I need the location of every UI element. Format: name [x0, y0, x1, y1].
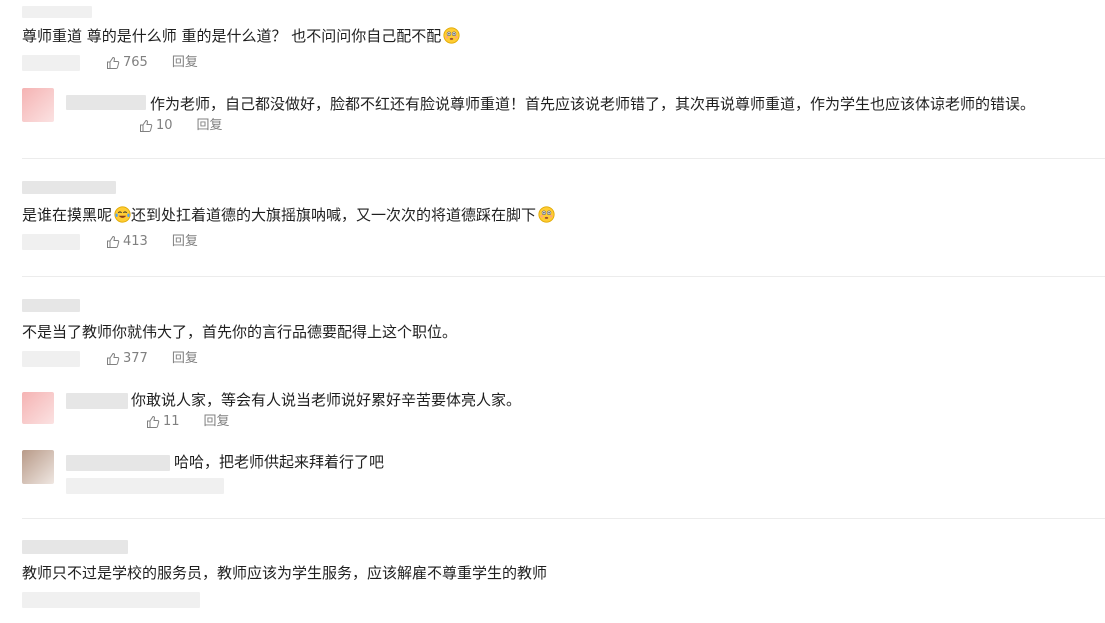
thumbs-up-icon: [107, 352, 120, 365]
like-button[interactable]: 413: [106, 233, 148, 251]
username-blurred: [66, 455, 170, 471]
avatar: [22, 88, 54, 122]
reply-button[interactable]: 回复: [172, 350, 198, 368]
comment-text: 不是当了教师你就伟大了，首先你的言行品德要配得上这个职位。: [22, 323, 458, 341]
reply-text: 作为老师，自己都没做好，脸都不红还有脸说尊师重道！首先应该说老师错了，其次再说尊…: [150, 95, 1036, 113]
comment-meta: 765 回复: [106, 54, 198, 72]
reply-button[interactable]: 回复: [204, 413, 230, 431]
username-blurred: [22, 181, 116, 194]
like-count: 413: [123, 234, 148, 249]
username-blurred: [22, 540, 128, 554]
meta-blurred: [22, 592, 200, 608]
like-button[interactable]: 11: [146, 413, 180, 431]
time-blurred: [22, 351, 80, 367]
reply-button[interactable]: 回复: [197, 117, 223, 135]
thumbs-up-icon: [147, 415, 160, 428]
avatar: [22, 392, 54, 424]
flushed-face-icon: [538, 206, 555, 223]
like-button[interactable]: 10: [139, 117, 173, 135]
time-blurred: [22, 234, 80, 250]
thumbs-up-icon: [107, 56, 120, 69]
avatar: [22, 450, 54, 484]
username-blurred: [22, 6, 92, 18]
reply-text: 哈哈，把老师供起来拜着行了吧: [174, 453, 385, 471]
reply-meta: 11 回复: [146, 413, 230, 431]
reply-button[interactable]: 回复: [172, 54, 198, 72]
thumbs-up-icon: [140, 119, 153, 132]
comment-divider: [22, 158, 1105, 159]
comment-meta: 377 回复: [106, 350, 198, 368]
like-count: 765: [123, 55, 148, 70]
reply-text: 你敢说人家，等会有人说当老师说好累好辛苦要体亮人家。: [131, 391, 522, 409]
comment-meta: 413 回复: [106, 233, 198, 251]
time-blurred: [22, 55, 80, 71]
like-button[interactable]: 377: [106, 350, 148, 368]
reply-button[interactable]: 回复: [172, 233, 198, 251]
username-blurred: [66, 95, 146, 110]
comment-divider: [22, 276, 1105, 277]
comment-text: 是谁在摸黑呢 还到处扛着道德的大旗摇旗呐喊，又一次次的将道德踩在脚下: [22, 205, 555, 225]
username-blurred: [66, 393, 128, 409]
like-count: 377: [123, 351, 148, 366]
tears-of-joy-icon: [114, 206, 131, 223]
reply-meta: 10 回复: [139, 117, 223, 135]
like-button[interactable]: 765: [106, 54, 148, 72]
meta-blurred: [66, 478, 224, 494]
username-blurred: [22, 299, 80, 312]
comment-text: 尊师重道 尊的是什么师 重的是什么道？ 也不问问你自己配不配: [22, 26, 460, 46]
comment-divider: [22, 518, 1105, 519]
like-count: 10: [156, 118, 173, 133]
like-count: 11: [163, 414, 180, 429]
thumbs-up-icon: [107, 235, 120, 248]
comment-text: 教师只不过是学校的服务员，教师应该为学生服务，应该解雇不尊重学生的教师: [22, 564, 548, 582]
flushed-face-icon: [443, 27, 460, 44]
